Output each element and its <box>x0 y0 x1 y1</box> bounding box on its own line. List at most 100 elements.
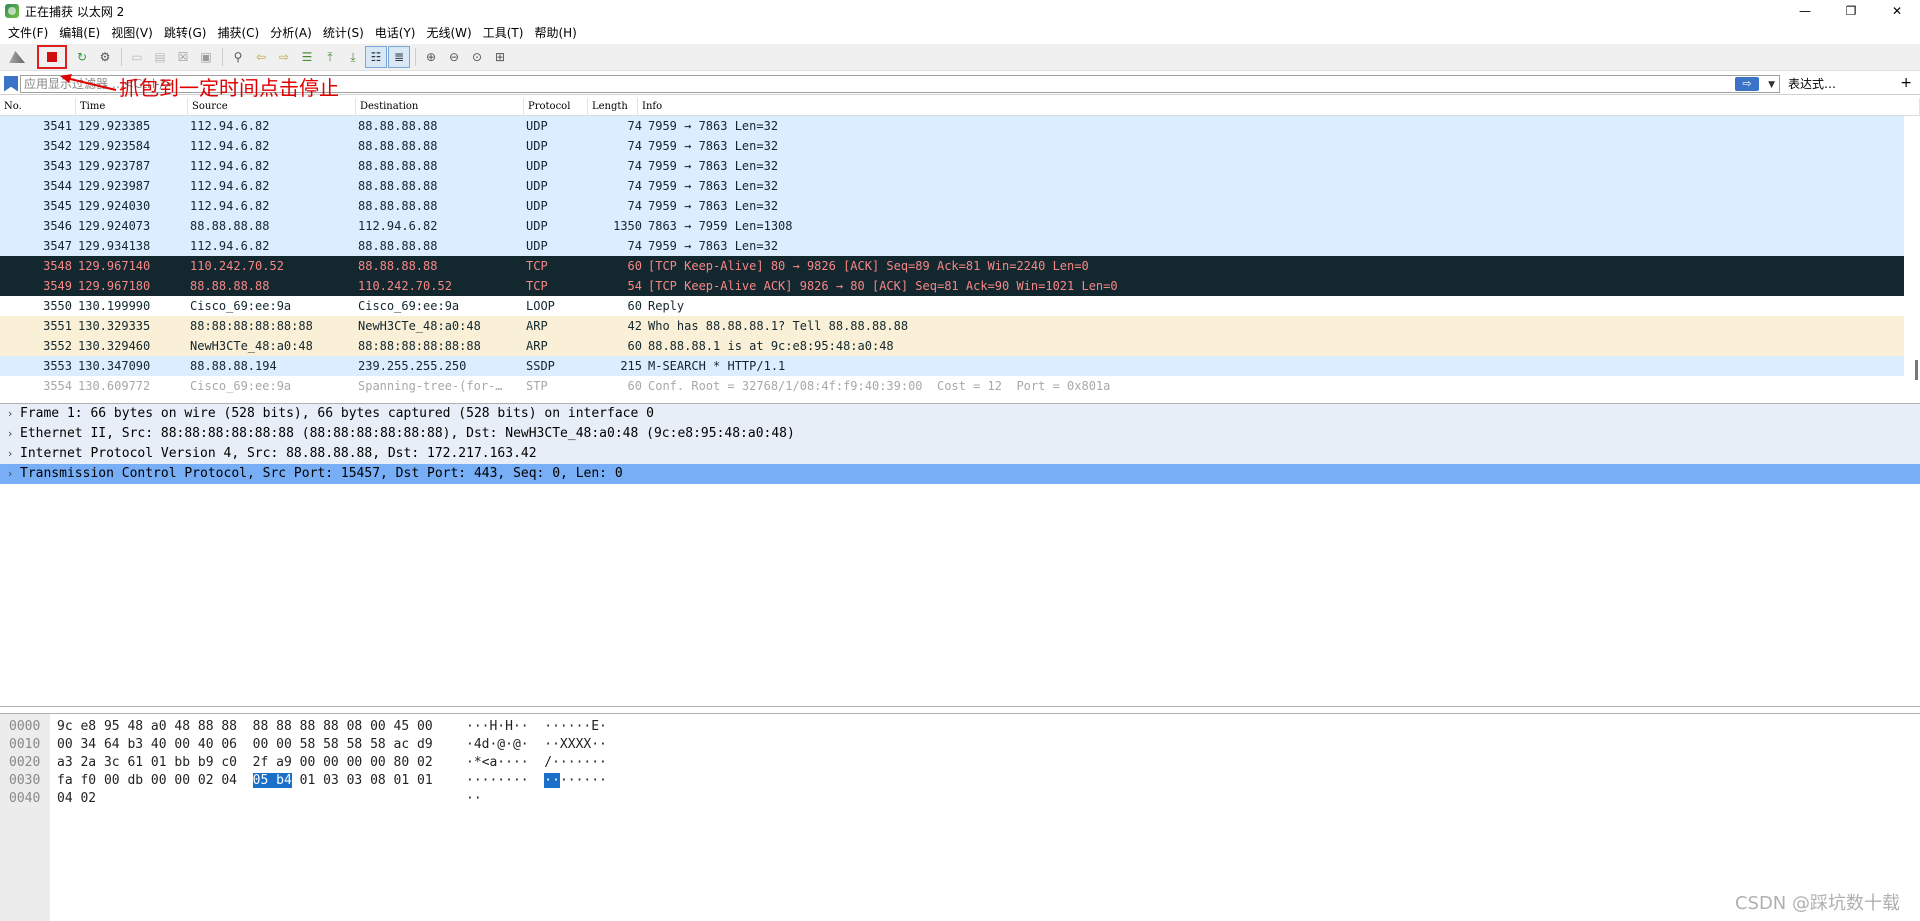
packet-cell-len: 60 <box>627 379 642 393</box>
capture-options-gear-icon[interactable]: ⚙ <box>94 46 116 68</box>
add-filter-button[interactable]: + <box>1900 75 1912 91</box>
expand-chevron-icon[interactable]: › <box>0 424 20 444</box>
bytes-hex[interactable]: fa f0 00 db 00 00 02 04 05 b4 01 03 03 0… <box>57 772 433 790</box>
bytes-ascii[interactable]: ········ ········ <box>466 772 607 790</box>
menu-tools[interactable]: 工具(T) <box>479 22 531 44</box>
packet-cell-no: 3549 <box>43 279 72 293</box>
column-source[interactable]: Source <box>188 98 356 115</box>
go-first-packet-icon[interactable]: ⤒ <box>319 46 341 68</box>
packet-row[interactable]: 3553 130.347090 88.88.88.194 239.255.255.25… <box>0 356 1904 376</box>
packet-cell-no: 3544 <box>43 179 72 193</box>
column-no[interactable]: No. <box>0 98 76 115</box>
menu-bar: 文件(F) 编辑(E) 视图(V) 跳转(G) 捕获(C) 分析(A) 统计(S… <box>0 22 1920 44</box>
details-tree-item[interactable]: › Frame 1: 66 bytes on wire (528 bits), 6… <box>0 404 1920 424</box>
go-forward-icon[interactable]: ⇨ <box>273 46 295 68</box>
bytes-hex[interactable]: 9c e8 95 48 a0 48 88 88 88 88 88 88 08 0… <box>57 718 433 736</box>
apply-filter-arrow-icon[interactable]: ⇨ <box>1735 76 1759 91</box>
resize-columns-icon[interactable]: ⊞ <box>489 46 511 68</box>
autoscroll-icon[interactable]: ☷ <box>365 46 387 68</box>
packet-row[interactable]: 3541 129.923385 112.94.6.82 88.88.88.88 UDP 7… <box>0 116 1904 136</box>
packet-cell-time: 129.923385 <box>78 119 151 133</box>
menu-edit[interactable]: 编辑(E) <box>55 22 107 44</box>
packet-row[interactable]: 3554 130.609772 Cisco_69:ee:9a Spanning-tre… <box>0 376 1904 396</box>
packet-row[interactable]: 3549 129.967180 88.88.88.88 110.242.70.52 TC… <box>0 276 1904 296</box>
packet-row[interactable]: 3552 130.329460 NewH3CTe_48:a0:48 88:88:88:… <box>0 336 1904 356</box>
bytes-hex[interactable]: 04 02 <box>57 790 96 808</box>
zoom-normal-icon[interactable]: ⊙ <box>466 46 488 68</box>
packet-row[interactable]: 3550 130.199990 Cisco_69:ee:9a Cisco_69:ee:… <box>0 296 1904 316</box>
expand-chevron-icon[interactable]: › <box>0 464 20 484</box>
restart-capture-icon[interactable]: ↻ <box>71 46 93 68</box>
expand-chevron-icon[interactable]: › <box>0 404 20 424</box>
expression-button[interactable]: 表达式… <box>1788 75 1836 92</box>
packet-bytes-pane: 0000 9c e8 95 48 a0 48 88 88 88 88 88 88 … <box>0 713 1920 921</box>
minimize-button[interactable]: — <box>1782 0 1828 22</box>
go-last-packet-icon[interactable]: ⤓ <box>342 46 364 68</box>
colorize-icon[interactable]: ≣ <box>388 46 410 68</box>
menu-analyze[interactable]: 分析(A) <box>266 22 319 44</box>
go-to-packet-icon[interactable]: ☰ <box>296 46 318 68</box>
packet-cell-no: 3545 <box>43 199 72 213</box>
packet-cell-src: 88.88.88.88 <box>190 279 270 293</box>
menu-wireless[interactable]: 无线(W) <box>423 22 479 44</box>
reload-file-icon[interactable]: ▣ <box>195 46 217 68</box>
packet-cell-src: 88.88.88.88 <box>190 219 270 233</box>
packet-cell-time: 130.347090 <box>78 359 151 373</box>
bytes-hex[interactable]: a3 2a 3c 61 01 bb b9 c0 2f a9 00 00 00 0… <box>57 754 433 772</box>
menu-help[interactable]: 帮助(H) <box>530 22 583 44</box>
packet-row[interactable]: 3543 129.923787 112.94.6.82 88.88.88.88 UDP 7… <box>0 156 1904 176</box>
packet-rows: 3541 129.923385 112.94.6.82 88.88.88.88 UDP 7… <box>0 116 1920 396</box>
packet-cell-info: 7959 → 7863 Len=32 <box>648 239 779 253</box>
close-file-icon[interactable]: ☒ <box>172 46 194 68</box>
packet-row[interactable]: 3548 129.967140 110.242.70.52 88.88.88.88 TC… <box>0 256 1904 276</box>
details-tree-item[interactable]: › Transmission Control Protocol, Src Port… <box>0 464 1920 484</box>
bookmark-icon[interactable] <box>4 75 18 92</box>
menu-file[interactable]: 文件(F) <box>4 22 55 44</box>
zoom-out-icon[interactable]: ⊖ <box>443 46 465 68</box>
bytes-hex[interactable]: 00 34 64 b3 40 00 40 06 00 00 58 58 58 5… <box>57 736 433 754</box>
column-destination[interactable]: Destination <box>356 98 524 115</box>
packet-cell-time: 129.924030 <box>78 199 151 213</box>
column-time[interactable]: Time <box>76 98 188 115</box>
packet-list-scrollbar[interactable] <box>1915 360 1918 380</box>
find-packet-icon[interactable]: ⚲ <box>227 46 249 68</box>
save-file-icon[interactable]: ▤ <box>149 46 171 68</box>
packet-cell-no: 3541 <box>43 119 72 133</box>
menu-view[interactable]: 视图(V) <box>107 22 160 44</box>
column-info[interactable]: Info <box>638 98 1920 115</box>
main-toolbar: ↻ ⚙ ▭ ▤ ☒ ▣ ⚲ ⇦ ⇨ ☰ ⤒ ⤓ ☷ ≣ ⊕ ⊖ ⊙ ⊞ <box>0 44 1920 71</box>
stop-capture-button[interactable] <box>37 45 67 69</box>
packet-cell-info: 7959 → 7863 Len=32 <box>648 159 779 173</box>
packet-row[interactable]: 3547 129.934138 112.94.6.82 88.88.88.88 UDP 7… <box>0 236 1904 256</box>
zoom-in-icon[interactable]: ⊕ <box>420 46 442 68</box>
go-back-icon[interactable]: ⇦ <box>250 46 272 68</box>
packet-row[interactable]: 3544 129.923987 112.94.6.82 88.88.88.88 UDP 7… <box>0 176 1904 196</box>
toolbar-separator <box>121 48 122 66</box>
bytes-ascii[interactable]: ·*<a···· /······· <box>466 754 607 772</box>
open-file-icon[interactable]: ▭ <box>126 46 148 68</box>
packet-cell-no: 3547 <box>43 239 72 253</box>
bytes-ascii[interactable]: ·4d·@·@· ··XXXX·· <box>466 736 607 754</box>
details-tree-item[interactable]: › Internet Protocol Version 4, Src: 88.88… <box>0 444 1920 464</box>
bytes-offset: 0020 <box>9 755 41 770</box>
menu-capture[interactable]: 捕获(C) <box>213 22 266 44</box>
start-capture-shark-icon[interactable] <box>6 46 28 68</box>
menu-telephony[interactable]: 电话(Y) <box>371 22 423 44</box>
menu-go[interactable]: 跳转(G) <box>160 22 214 44</box>
expand-chevron-icon[interactable]: › <box>0 444 20 464</box>
menu-statistics[interactable]: 统计(S) <box>319 22 371 44</box>
selected-bytes-hex: 05 b4 <box>252 773 292 788</box>
details-tree-item[interactable]: › Ethernet II, Src: 88:88:88:88:88:88 (88… <box>0 424 1920 444</box>
restore-button[interactable]: ❐ <box>1828 0 1874 22</box>
packet-cell-time: 129.923787 <box>78 159 151 173</box>
close-button[interactable]: ✕ <box>1874 0 1920 22</box>
packet-row[interactable]: 3551 130.329335 88:88:88:88:88:88 NewH3CTe_… <box>0 316 1904 336</box>
filter-dropdown-icon[interactable]: ▼ <box>1768 77 1775 93</box>
column-protocol[interactable]: Protocol <box>524 98 588 115</box>
bytes-ascii[interactable]: ···H·H·· ······E· <box>466 718 607 736</box>
packet-row[interactable]: 3546 129.924073 88.88.88.88 112.94.6.82 UDP 1… <box>0 216 1904 236</box>
column-length[interactable]: Length <box>588 98 638 115</box>
packet-row[interactable]: 3542 129.923584 112.94.6.82 88.88.88.88 UDP 7… <box>0 136 1904 156</box>
bytes-ascii[interactable]: ·· <box>466 790 482 808</box>
packet-row[interactable]: 3545 129.924030 112.94.6.82 88.88.88.88 UDP 7… <box>0 196 1904 216</box>
